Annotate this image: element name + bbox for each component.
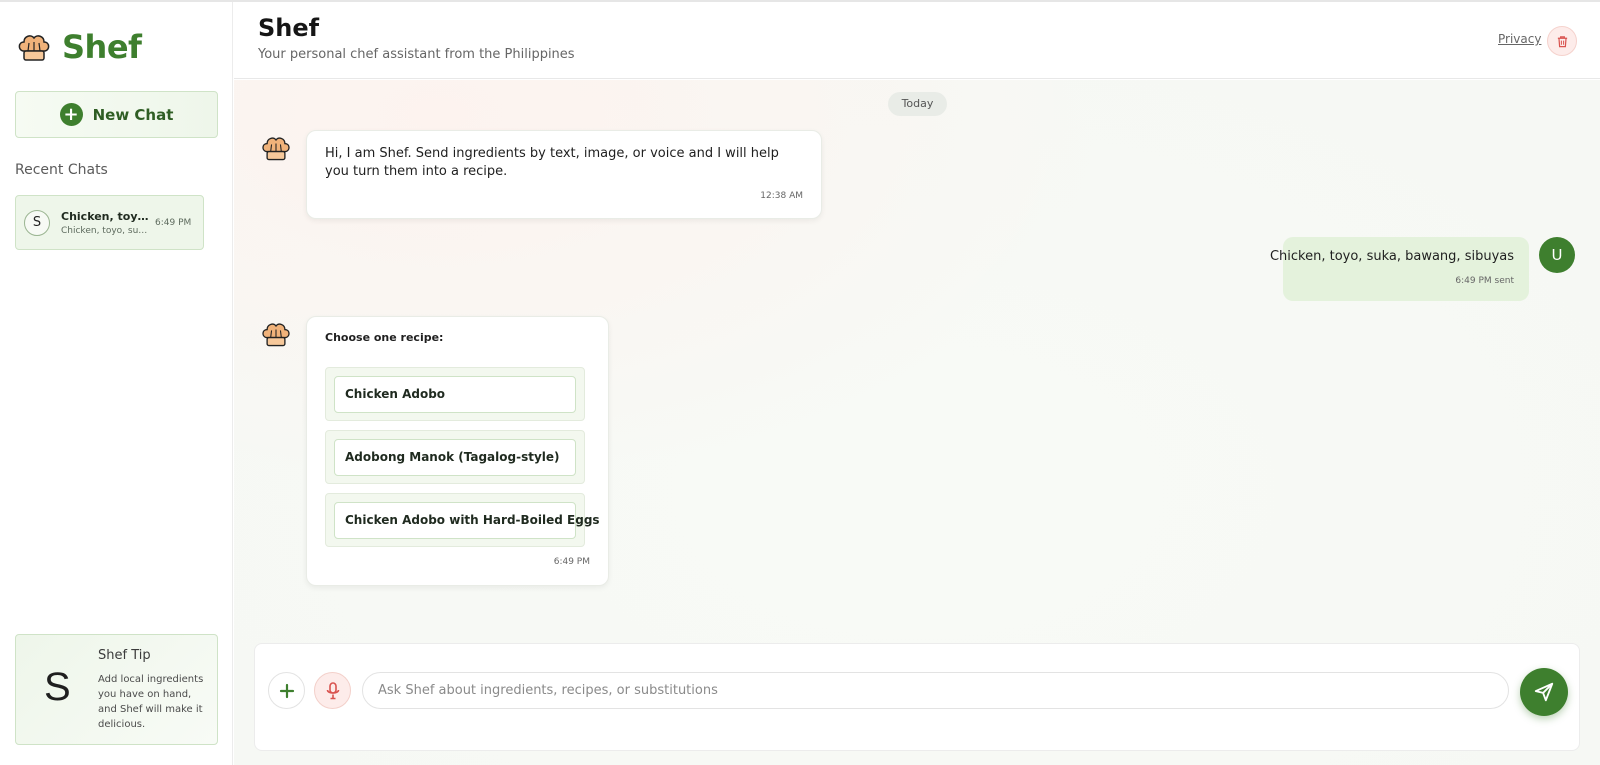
page-subtitle: Your personal chef assistant from the Ph… xyxy=(258,47,575,62)
brand[interactable]: Shef xyxy=(16,28,142,66)
recent-chat-item[interactable]: S Chicken, toyo, suka, bawang, sibuyas C… xyxy=(15,195,204,250)
shef-tip-card: S Shef Tip Add local ingredients you hav… xyxy=(15,634,218,745)
recipe-option-button[interactable]: Chicken Adobo xyxy=(334,376,576,413)
user-message-bubble: Chicken, toyo, suka, bawang, sibuyas 6:4… xyxy=(1270,237,1529,301)
date-divider: Today xyxy=(888,92,947,116)
message-time: 6:49 PM sent xyxy=(1455,276,1514,286)
send-icon xyxy=(1534,682,1554,702)
recipe-option: Chicken Adobo xyxy=(325,367,585,421)
tip-title: Shef Tip xyxy=(98,648,151,663)
header: Shef Your personal chef assistant from t… xyxy=(234,2,1600,79)
page-title: Shef xyxy=(258,14,320,42)
recipe-option-button[interactable]: Chicken Adobo with Hard-Boiled Eggs xyxy=(334,502,600,539)
choose-recipe-label: Choose one recipe: xyxy=(325,331,444,344)
chat-time: 6:49 PM xyxy=(155,217,192,228)
user-avatar: U xyxy=(1539,237,1575,273)
brand-name: Shef xyxy=(62,28,142,66)
privacy-link[interactable]: Privacy xyxy=(1498,32,1541,46)
microphone-icon xyxy=(326,681,339,699)
message-time: 12:38 AM xyxy=(760,191,803,201)
chat-title: Chicken, toyo, suka, bawang, sibuyas xyxy=(61,209,149,223)
message-input[interactable] xyxy=(362,672,1509,709)
recent-chats-heading: Recent Chats xyxy=(15,162,108,178)
chat-preview: Chicken, toyo, suka, bawang, sibuyas xyxy=(61,225,149,236)
plus-icon xyxy=(279,683,294,698)
new-chat-label: New Chat xyxy=(92,105,174,124)
message-text: Hi, I am Shef. Send ingredients by text,… xyxy=(325,146,779,179)
tip-letter: S xyxy=(44,665,71,709)
plus-icon: + xyxy=(59,103,83,126)
send-button[interactable] xyxy=(1520,668,1568,716)
message-text: Chicken, toyo, suka, bawang, sibuyas xyxy=(1269,249,1514,264)
message-composer xyxy=(254,643,1580,751)
chat-text: Chicken, toyo, suka, bawang, sibuyas Chi… xyxy=(61,210,149,236)
new-chat-button[interactable]: + New Chat xyxy=(15,91,218,138)
tip-body: Add local ingredients you have on hand, … xyxy=(98,674,204,730)
chef-hat-icon xyxy=(262,323,290,347)
recipe-choice-bubble: Choose one recipe: Chicken Adobo Adobong… xyxy=(306,316,609,586)
chef-hat-icon xyxy=(18,35,50,61)
clear-chat-button[interactable] xyxy=(1547,26,1577,56)
attach-button[interactable] xyxy=(268,672,305,709)
recipe-option: Adobong Manok (Tagalog-style) xyxy=(325,430,585,484)
sidebar: Shef + New Chat Recent Chats S Chicken, … xyxy=(0,2,233,765)
trash-icon xyxy=(1557,35,1567,47)
chat-avatar: S xyxy=(24,209,50,236)
voice-button[interactable] xyxy=(314,672,351,709)
chef-hat-icon xyxy=(262,137,290,161)
recipe-option: Chicken Adobo with Hard-Boiled Eggs xyxy=(325,493,600,547)
message-time: 6:49 PM xyxy=(553,557,590,567)
bot-message-bubble: Hi, I am Shef. Send ingredients by text,… xyxy=(306,130,822,219)
recipe-option-button[interactable]: Adobong Manok (Tagalog-style) xyxy=(334,439,576,476)
